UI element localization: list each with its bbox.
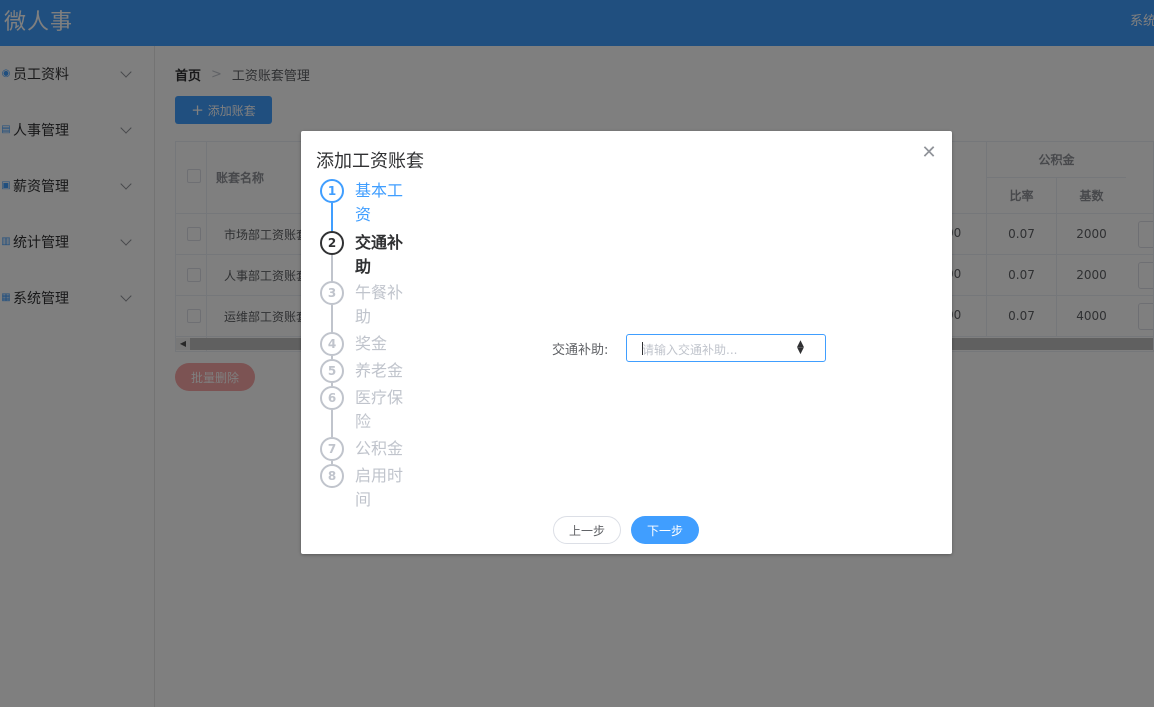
next-step-button[interactable]: 下一步: [631, 516, 699, 544]
close-icon[interactable]: ✕: [921, 144, 937, 162]
step-number: 3: [320, 281, 344, 305]
transport-allowance-form-row: 交通补助: 请输入交通补助... ▲ ▼: [552, 334, 826, 362]
step-indicator: 1 基本工资 2 交通补助 3 午餐补助 4 奖金 5 养老金 6 医疗保险 7…: [320, 179, 420, 519]
step-label: 启用时间: [355, 466, 404, 509]
step-label: 奖金: [355, 334, 388, 353]
step-number: 4: [320, 332, 344, 356]
step-number: 6: [320, 386, 344, 410]
step-label: 公积金: [355, 439, 404, 458]
transport-allowance-label: 交通补助:: [552, 342, 609, 358]
step-label: 养老金: [355, 361, 404, 380]
number-stepper-icon[interactable]: ▲ ▼: [797, 340, 804, 356]
step-label: 交通补助: [355, 233, 404, 276]
previous-step-button[interactable]: 上一步: [553, 516, 621, 544]
step-number: 8: [320, 464, 344, 488]
step-label: 基本工资: [355, 181, 404, 224]
dialog-title: 添加工资账套: [316, 151, 424, 172]
step-connector: [331, 305, 333, 333]
input-placeholder: 请输入交通补助...: [642, 343, 738, 357]
step-connector: [331, 255, 333, 283]
text-cursor: [642, 342, 643, 355]
step-number: 2: [320, 231, 344, 255]
step-label: 午餐补助: [355, 283, 404, 326]
step-connector: [331, 203, 333, 231]
step-number: 5: [320, 359, 344, 383]
step-connector: [331, 410, 333, 437]
step-label: 医疗保险: [355, 388, 404, 431]
transport-allowance-input[interactable]: 请输入交通补助... ▲ ▼: [626, 334, 826, 362]
add-salary-set-dialog: 添加工资账套 ✕ 1 基本工资 2 交通补助 3 午餐补助 4 奖金 5 养老金: [301, 131, 952, 554]
step-number: 1: [320, 179, 344, 203]
step-number: 7: [320, 437, 344, 461]
